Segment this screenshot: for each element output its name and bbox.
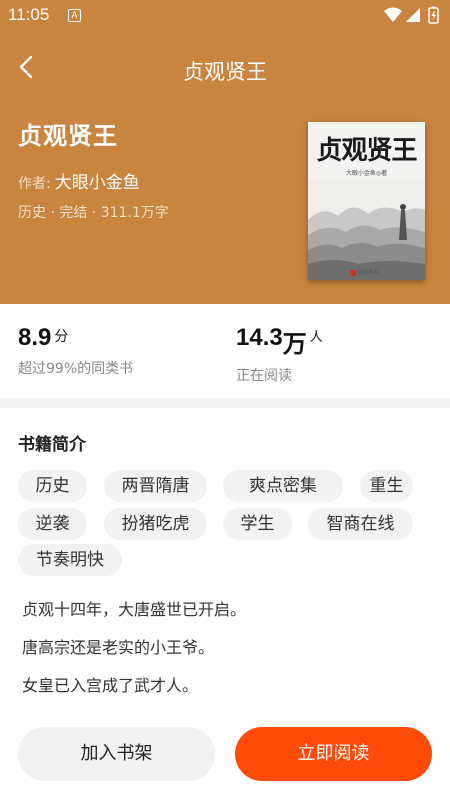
stats-panel: 8.9 分 超过99%的同类书 14.3 万 人 正在阅读 (0, 304, 450, 398)
section-divider (0, 398, 450, 408)
score-stat: 8.9 分 超过99%的同类书 (18, 324, 133, 378)
tag-chip[interactable]: 重生 (360, 470, 413, 502)
cover-publisher: 阅读传书 (350, 269, 378, 276)
score-label: 超过99%的同类书 (18, 361, 134, 377)
tag-chip[interactable]: 学生 (223, 508, 292, 540)
status-bar: 11:05 A (0, 0, 450, 32)
read-now-button[interactable]: 立即阅读 (235, 727, 432, 781)
author-row: 作者: 大眼小金鱼 (18, 168, 140, 193)
synopsis-line: 唐高宗还是老实的小王爷。 (22, 638, 215, 657)
score-unit: 分 (54, 329, 69, 345)
readers-suffix: 人 (309, 330, 323, 345)
tag-chip[interactable]: 爽点密集 (223, 470, 343, 502)
author-name-link[interactable]: 大眼小金鱼 (55, 168, 140, 193)
cover-publisher-name: 阅读传书 (358, 270, 379, 276)
score-value: 8.9 (18, 324, 52, 351)
tag-chip[interactable]: 历史 (18, 470, 87, 502)
book-meta: 历史 · 完结 · 311.1万字 (18, 205, 169, 221)
cover-landscape-art (308, 180, 425, 280)
tag-chip[interactable]: 两晋隋唐 (104, 470, 207, 502)
readers-label: 正在阅读 (236, 368, 292, 384)
book-cover: 贞观贤王 大眼小金鱼◎著 阅读传书 (308, 122, 425, 280)
battery-icon (428, 6, 439, 24)
wifi-icon (384, 7, 402, 22)
synopsis-line: 贞观十四年，大唐盛世已开启。 (22, 600, 247, 619)
tag-chip[interactable]: 智商在线 (308, 508, 413, 540)
readers-unit: 万 (282, 331, 307, 358)
synopsis-line: 女皇已入宫成了武才人。 (22, 676, 199, 695)
add-to-shelf-button[interactable]: 加入书架 (18, 727, 215, 781)
book-synopsis: 贞观十四年，大唐盛世已开启。 唐高宗还是老实的小王爷。 女皇已入宫成了武才人。 (22, 598, 432, 712)
notification-badge: A (68, 9, 81, 22)
intro-section-title: 书籍简介 (18, 435, 86, 455)
cover-title: 贞观贤王 (316, 136, 417, 166)
cover-author: 大眼小金鱼◎著 (345, 170, 388, 177)
tag-chip[interactable]: 节奏明快 (18, 544, 122, 576)
publisher-logo-icon (350, 269, 356, 276)
readers-stat: 14.3 万 人 正在阅读 (236, 324, 323, 385)
nav-title: 贞观贤王 (183, 60, 267, 84)
author-label: 作者: (18, 176, 51, 192)
status-icons (384, 6, 439, 24)
book-header: 贞观贤王 贞观贤王 作者: 大眼小金鱼 历史 · 完结 · 311.1万字 贞观… (0, 32, 450, 304)
readers-value: 14.3 (236, 324, 283, 351)
tag-chip[interactable]: 扮猪吃虎 (104, 508, 207, 540)
tag-chip[interactable]: 逆袭 (18, 508, 87, 540)
signal-icon (406, 8, 420, 22)
status-time: 11:05 (8, 5, 50, 24)
book-title: 贞观贤王 (18, 122, 118, 150)
